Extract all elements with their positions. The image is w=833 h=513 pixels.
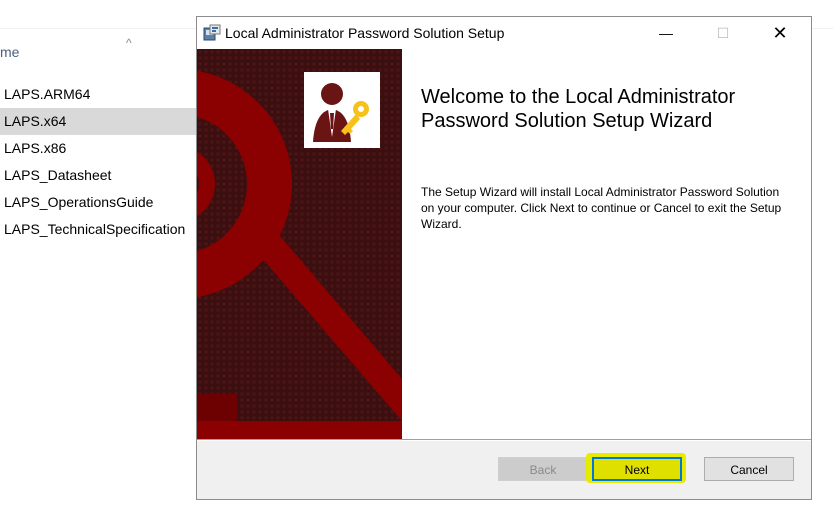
file-item-laps-arm64[interactable]: LAPS.ARM64 — [0, 81, 196, 108]
title-bar[interactable]: Local Administrator Password Solution Se… — [197, 17, 811, 49]
footer-divider-highlight — [197, 440, 811, 441]
next-button[interactable]: Next — [592, 457, 682, 481]
file-item-laps-operationsguide[interactable]: LAPS_OperationsGuide — [0, 189, 196, 216]
window-title: Local Administrator Password Solution Se… — [225, 25, 505, 41]
user-key-icon — [304, 72, 380, 148]
wizard-content: Welcome to the Local Administrator Passw… — [402, 49, 811, 439]
file-item-laps-x86[interactable]: LAPS.x86 — [0, 135, 196, 162]
cancel-button[interactable]: Cancel — [704, 457, 794, 481]
wizard-heading: Welcome to the Local Administrator Passw… — [421, 86, 736, 132]
sort-ascending-icon: ^ — [126, 36, 132, 50]
setup-wizard-window: Local Administrator Password Solution Se… — [196, 16, 812, 500]
file-item-laps-datasheet[interactable]: LAPS_Datasheet — [0, 162, 196, 189]
file-list: LAPS.ARM64 LAPS.x64 LAPS.x86 LAPS_Datash… — [0, 81, 196, 243]
close-button[interactable]: ✕ — [757, 17, 803, 49]
name-column-header[interactable]: me — [0, 44, 19, 60]
back-button[interactable]: Back — [498, 457, 588, 481]
banner-artwork — [197, 49, 402, 439]
wizard-description: The Setup Wizard will install Local Admi… — [421, 185, 782, 231]
file-item-laps-x64[interactable]: LAPS.x64 — [0, 108, 196, 135]
maximize-button[interactable]: ☐ — [700, 17, 746, 49]
minimize-button[interactable]: — — [643, 17, 689, 49]
installer-icon — [203, 24, 221, 42]
wizard-banner — [197, 49, 402, 439]
file-item-laps-technicalspecification[interactable]: LAPS_TechnicalSpecification — [0, 216, 196, 243]
